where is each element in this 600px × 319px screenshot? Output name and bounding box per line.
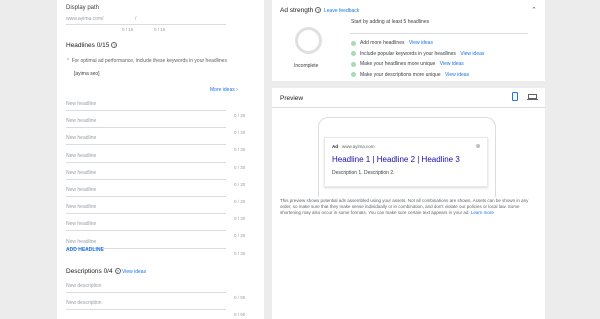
mobile-preview-icon[interactable]: [512, 92, 518, 101]
check-icon: [351, 40, 356, 46]
headline-count: 0 / 30: [234, 130, 246, 136]
strength-item: Make your headlines more unique View ide…: [360, 61, 464, 67]
strength-ring-icon: [295, 27, 322, 54]
headline-input[interactable]: New headline: [66, 187, 226, 195]
preview-title: Preview: [280, 95, 304, 102]
ad-url: · www.ayima.com: [339, 144, 375, 149]
display-path-label: Display path: [66, 5, 100, 11]
preview-disclaimer: This preview shows potential ads assembl…: [280, 198, 529, 215]
description-count: 0 / 90: [234, 312, 246, 317]
headline-input[interactable]: New headline: [66, 101, 226, 109]
add-headline-button[interactable]: ADD HEADLINE: [66, 247, 104, 253]
chevron-right-icon: ›: [236, 87, 238, 93]
display-path-url: www.ayima.com/: [66, 16, 104, 22]
headline-input[interactable]: New headline: [66, 170, 226, 178]
headline-count: 0 / 30: [234, 233, 246, 239]
help-icon[interactable]: ?: [114, 268, 121, 275]
headline-input[interactable]: New headline: [66, 153, 226, 161]
help-icon[interactable]: ?: [315, 7, 322, 14]
description-input[interactable]: New description: [66, 283, 226, 291]
headline-count: 0 / 30: [234, 147, 246, 153]
check-icon: [351, 51, 356, 56]
desktop-preview-icon[interactable]: [527, 94, 538, 101]
check-icon: [351, 61, 356, 67]
info-icon: [476, 144, 480, 148]
strength-status: Incomplete: [294, 63, 319, 69]
more-ideas-link[interactable]: More ideas ›: [210, 87, 238, 93]
headline-input[interactable]: New headline: [66, 118, 226, 126]
strength-item: Add more headlines View ideas: [360, 40, 433, 46]
headline-count: 0 / 30: [234, 113, 246, 118]
headline-count: 0 / 30: [234, 199, 246, 204]
headline-count: 0 / 30: [234, 181, 246, 187]
path1-input[interactable]: [110, 16, 134, 24]
strength-item: Include popular keywords in your headlin…: [360, 50, 485, 57]
path2-count: 0 / 15: [154, 27, 166, 32]
headline-input[interactable]: New headline: [66, 239, 226, 247]
ad-strength-title: Ad strength?: [280, 7, 322, 14]
strength-start-text: Start by adding at least 5 headlines: [351, 19, 430, 25]
view-ideas-link[interactable]: View ideas: [440, 61, 464, 67]
ad-headline[interactable]: Headline 1 | Headline 2 | Headline 3: [332, 155, 460, 164]
collapse-icon[interactable]: ⌃: [531, 6, 537, 14]
strength-item: Make your descriptions more unique View …: [360, 71, 470, 78]
learn-more-link[interactable]: Learn more: [471, 210, 494, 215]
headline-count: 0 / 30: [234, 216, 246, 222]
ad-badge: Ad: [332, 144, 338, 149]
display-path-separator: /: [135, 16, 137, 22]
headlines-title: Headlines 0/15?: [66, 42, 118, 49]
view-ideas-link[interactable]: View ideas: [409, 40, 433, 46]
headline-input[interactable]: New headline: [66, 204, 226, 212]
descriptions-view-ideas[interactable]: View ideas: [122, 269, 146, 275]
ad-description: Description 1. Description 2.: [332, 170, 395, 176]
keyword-tip[interactable]: ⌃ For optimal ad performance, include th…: [66, 58, 227, 64]
help-icon[interactable]: ?: [111, 42, 118, 49]
description-count: 0 / 90: [234, 295, 246, 300]
leave-feedback-link[interactable]: Leave feedback: [324, 8, 359, 14]
check-icon: [351, 72, 356, 77]
path1-count: 0 / 15: [122, 27, 134, 32]
headline-count: 0 / 30: [234, 250, 246, 256]
path2-input[interactable]: [140, 16, 164, 24]
headline-count: 0 / 30: [234, 164, 246, 170]
description-input[interactable]: New description: [66, 300, 226, 308]
headline-input[interactable]: New headline: [66, 221, 226, 229]
ad-header: Ad · www.ayima.com: [332, 144, 375, 149]
descriptions-title: Descriptions 0/4?: [66, 268, 121, 275]
view-ideas-link[interactable]: View ideas: [460, 51, 484, 57]
keyword-suggestion: [ayima seo]: [74, 71, 100, 77]
chevron-up-icon: ⌃: [66, 58, 71, 64]
view-ideas-link[interactable]: View ideas: [445, 72, 469, 78]
headline-input[interactable]: New headline: [66, 135, 226, 143]
